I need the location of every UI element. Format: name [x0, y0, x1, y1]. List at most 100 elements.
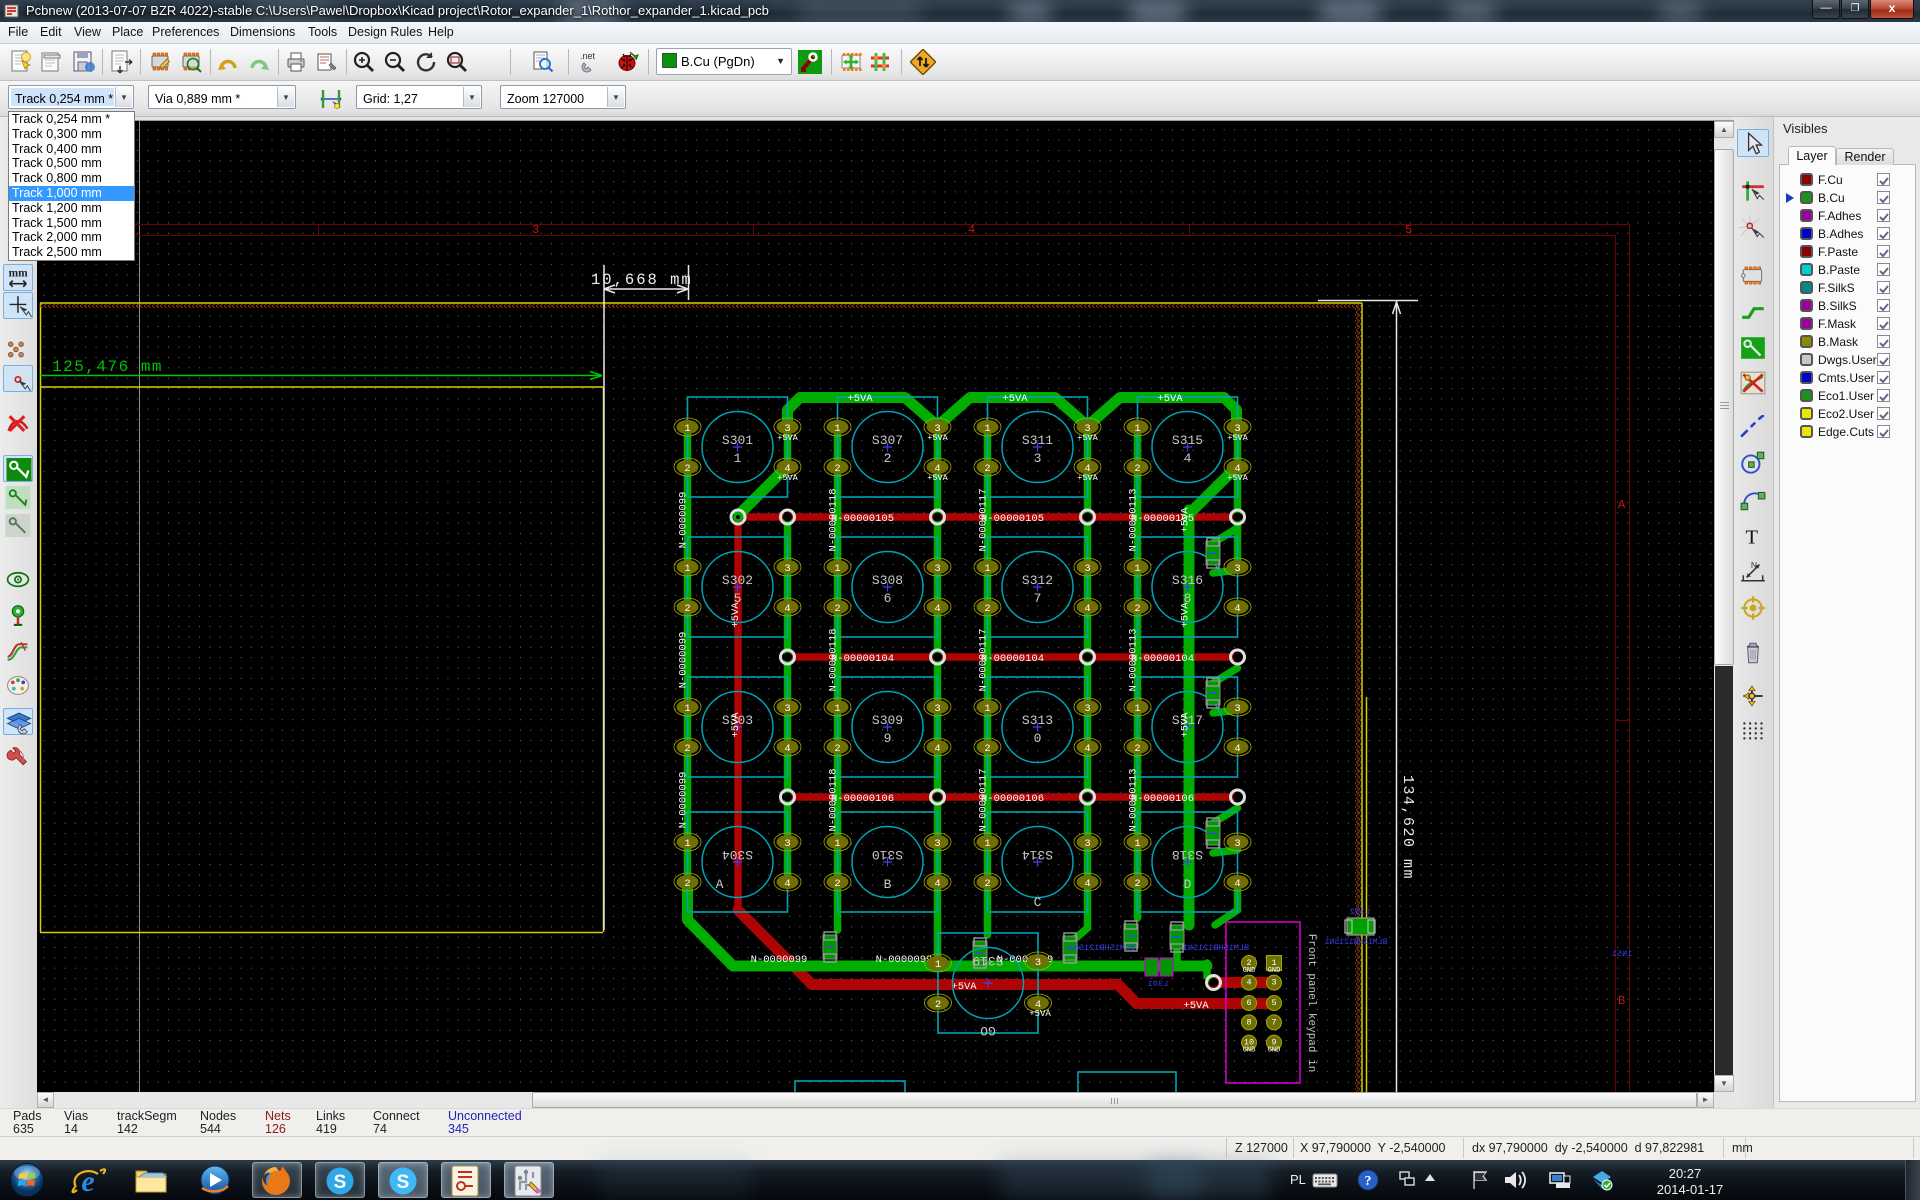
svg-text:3: 3: [532, 223, 539, 237]
svg-text:+5VA: +5VA: [1180, 507, 1192, 533]
svg-text:S313: S313: [1022, 713, 1053, 728]
svg-text:S304: S304: [722, 847, 753, 862]
svg-text:1: 1: [684, 563, 690, 575]
svg-text:3: 3: [1234, 703, 1240, 715]
svg-text:4: 4: [1234, 878, 1240, 890]
svg-text:GND: GND: [1243, 1047, 1256, 1055]
svg-text:1: 1: [834, 838, 840, 850]
svg-text:L301: L301: [1148, 979, 1168, 989]
svg-text:3: 3: [1084, 563, 1090, 575]
svg-text:N-00000118: N-00000118: [828, 768, 840, 831]
svg-text:N: N: [1751, 560, 1757, 570]
svg-text:3: 3: [1084, 703, 1090, 715]
svg-text:2: 2: [1134, 463, 1140, 475]
svg-text:2: 2: [834, 463, 840, 475]
svg-text:9: 9: [884, 731, 892, 746]
svg-text:A: A: [716, 877, 724, 892]
svg-text:+5VA: +5VA: [1180, 602, 1192, 628]
svg-text:3: 3: [1034, 451, 1042, 466]
svg-text:+5VA: +5VA: [730, 602, 742, 628]
svg-text:N-00000104: N-00000104: [981, 653, 1044, 665]
svg-text:+5VA: +5VA: [1002, 393, 1028, 405]
svg-text:4: 4: [1084, 603, 1090, 615]
svg-text:N-00000105: N-00000105: [831, 513, 894, 525]
svg-text:+5VA: +5VA: [927, 433, 948, 443]
svg-text:S: S: [334, 1172, 347, 1193]
svg-text:S315: S315: [1172, 433, 1203, 448]
svg-text:S319: S319: [972, 953, 1003, 968]
svg-text:+5VA: +5VA: [847, 393, 873, 405]
svg-text:S302: S302: [722, 573, 753, 588]
svg-text:S314: S314: [1022, 847, 1053, 862]
svg-text:2: 2: [884, 451, 892, 466]
svg-text:1: 1: [1134, 703, 1140, 715]
svg-text:+5VA: +5VA: [1180, 712, 1192, 738]
svg-text:N-0000099: N-0000099: [678, 772, 690, 829]
svg-text:2: 2: [684, 463, 690, 475]
svg-text:125,476 mm: 125,476 mm: [52, 358, 163, 376]
svg-text:N-00000118: N-00000118: [828, 628, 840, 691]
svg-text:N-00000106: N-00000106: [1131, 793, 1194, 805]
svg-text:2: 2: [984, 463, 990, 475]
svg-text:+5VA: +5VA: [1227, 433, 1248, 443]
svg-text:2: 2: [1134, 743, 1140, 755]
svg-text:7: 7: [1271, 1017, 1276, 1027]
svg-text:3: 3: [784, 703, 790, 715]
svg-text:.net: .net: [580, 51, 596, 61]
svg-text:mm: mm: [9, 267, 29, 279]
svg-text:L302: L302: [1350, 907, 1370, 917]
svg-text:S316: S316: [1172, 573, 1203, 588]
svg-text:4: 4: [1246, 978, 1251, 988]
svg-text:+5VA: +5VA: [730, 712, 742, 738]
svg-text:A: A: [1618, 498, 1626, 512]
svg-text:8: 8: [1246, 1017, 1251, 1027]
svg-text:N-00000104: N-00000104: [1131, 653, 1194, 665]
svg-text:2: 2: [935, 999, 941, 1011]
svg-text:2: 2: [1134, 603, 1140, 615]
svg-text:1: 1: [684, 703, 690, 715]
svg-text:S307: S307: [872, 433, 903, 448]
svg-text:+5VA: +5VA: [927, 473, 948, 483]
svg-text:GND: GND: [1268, 1047, 1281, 1055]
svg-text:1: 1: [834, 423, 840, 435]
svg-text:2: 2: [684, 743, 690, 755]
svg-text:B: B: [884, 877, 892, 892]
svg-text:+5VA: +5VA: [777, 433, 798, 443]
svg-text:4: 4: [934, 743, 940, 755]
svg-text:4: 4: [934, 603, 940, 615]
svg-text:3: 3: [1234, 563, 1240, 575]
svg-text:N-00000106: N-00000106: [981, 793, 1044, 805]
svg-text:4: 4: [784, 743, 790, 755]
svg-text:BLM15HB121SN1: BLM15HB121SN1: [1325, 938, 1388, 947]
svg-text:1: 1: [834, 703, 840, 715]
svg-text:6: 6: [1246, 998, 1251, 1008]
svg-text:S308: S308: [872, 573, 903, 588]
svg-text:5: 5: [1405, 223, 1412, 237]
svg-text:1: 1: [1134, 838, 1140, 850]
svg-text:4: 4: [968, 223, 975, 237]
svg-text:e: e: [81, 1165, 94, 1197]
svg-text:3: 3: [784, 838, 790, 850]
svg-text:4: 4: [934, 878, 940, 890]
svg-text:T: T: [1745, 527, 1758, 549]
svg-text:+5VA: +5VA: [1029, 1009, 1051, 1019]
svg-text:3: 3: [934, 838, 940, 850]
svg-text:S309: S309: [872, 713, 903, 728]
svg-text:4: 4: [784, 603, 790, 615]
svg-text:N-00000106: N-00000106: [831, 793, 894, 805]
svg-text:N-00000113: N-00000113: [1128, 488, 1140, 551]
svg-text:2: 2: [684, 878, 690, 890]
svg-text:2: 2: [834, 878, 840, 890]
svg-text:GO: GO: [980, 1023, 996, 1038]
svg-text:S: S: [397, 1172, 410, 1193]
svg-text:4: 4: [1084, 743, 1090, 755]
svg-text:N-00000105: N-00000105: [981, 513, 1044, 525]
svg-text:4: 4: [784, 878, 790, 890]
svg-text:1: 1: [935, 959, 941, 971]
svg-text:3: 3: [1271, 978, 1276, 988]
svg-text:3: 3: [1234, 838, 1240, 850]
svg-text:7: 7: [1034, 591, 1042, 606]
svg-text:B: B: [1618, 994, 1625, 1008]
svg-text:1: 1: [1134, 423, 1140, 435]
svg-text:3: 3: [784, 563, 790, 575]
